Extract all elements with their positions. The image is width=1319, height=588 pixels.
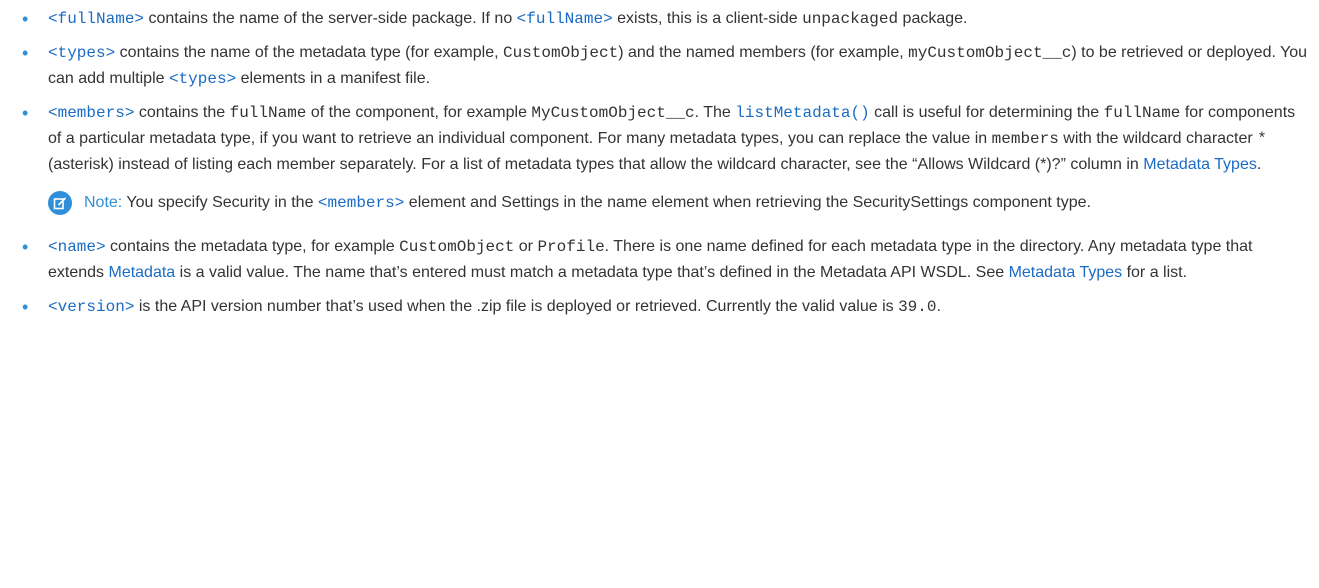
doc-content: • <fullName> contains the name of the se… [0, 0, 1319, 320]
name-tag-link[interactable]: <name> [48, 238, 106, 256]
metadata-types-link-2[interactable]: Metadata Types [1009, 264, 1123, 281]
code-mycustomobject: MyCustomObject__c [531, 104, 695, 122]
listmetadata-link[interactable]: listMetadata() [735, 104, 869, 122]
code-fullname-2: fullName [1103, 104, 1181, 122]
manifest-elements-list-2: • <name> contains the metadata type, for… [20, 234, 1309, 320]
text: You specify Security in the [122, 194, 318, 211]
bullet-icon: • [22, 9, 29, 29]
types-tag-link[interactable]: <types> [48, 44, 115, 62]
text: is a valid value. The name that’s entere… [175, 264, 1009, 281]
text: package. [898, 10, 968, 27]
text: contains the name of the metadata type (… [115, 44, 503, 61]
note-callout: Note: You specify Security in the <membe… [48, 190, 1309, 216]
text: is the API version number that’s used wh… [134, 298, 899, 315]
bullet-icon: • [22, 237, 29, 257]
fullname-tag-link[interactable]: <fullName> [48, 10, 144, 28]
code-unpackaged: unpackaged [802, 10, 899, 28]
list-item-fullname: • <fullName> contains the name of the se… [20, 6, 1309, 32]
note-label: Note: [84, 194, 123, 211]
text: for a list. [1122, 264, 1188, 281]
text: exists, this is a client-side [612, 10, 803, 27]
list-item-name: • <name> contains the metadata type, for… [20, 234, 1309, 286]
code-profile: Profile [537, 238, 605, 256]
code-customobject: CustomObject [503, 44, 619, 62]
members-tag-link[interactable]: <members> [48, 104, 134, 122]
text: elements in a manifest file. [236, 70, 431, 87]
code-customobject: CustomObject [399, 238, 515, 256]
code-asterisk: * [1257, 130, 1267, 148]
text: or [514, 238, 538, 255]
list-item-members: • <members> contains the fullName of the… [20, 100, 1309, 178]
members-tag-link-note[interactable]: <members> [318, 194, 404, 212]
manifest-elements-list: • <fullName> contains the name of the se… [20, 6, 1309, 178]
code-version-number: 39.0 [898, 298, 937, 316]
metadata-types-link[interactable]: Metadata Types [1143, 156, 1257, 173]
edit-note-icon [48, 191, 72, 215]
text: . [1256, 156, 1262, 173]
code-members: members [991, 130, 1059, 148]
code-mycustomobject: myCustomObject__c [908, 44, 1072, 62]
bullet-icon: • [22, 103, 29, 123]
text: contains the metadata type, for example [105, 238, 400, 255]
text: with the wildcard character [1058, 130, 1258, 147]
text: ) and the named members (for example, [618, 44, 909, 61]
text: element and Settings in the name element… [404, 194, 1091, 211]
text: . [936, 298, 941, 315]
text: contains the [134, 104, 230, 121]
types-tag-link-2[interactable]: <types> [169, 70, 236, 88]
bullet-icon: • [22, 43, 29, 63]
list-item-version: • <version> is the API version number th… [20, 294, 1309, 320]
text: call is useful for determining the [869, 104, 1104, 121]
text: contains the name of the server-side pac… [144, 10, 517, 27]
list-item-types: • <types> contains the name of the metad… [20, 40, 1309, 92]
text: (asterisk) instead of listing each membe… [48, 156, 1144, 173]
bullet-icon: • [22, 297, 29, 317]
code-fullname: fullName [229, 104, 307, 122]
metadata-link[interactable]: Metadata [108, 264, 175, 281]
text: . The [694, 104, 736, 121]
text: of the component, for example [306, 104, 532, 121]
version-tag-link[interactable]: <version> [48, 298, 134, 316]
fullname-tag-link-2[interactable]: <fullName> [517, 10, 613, 28]
